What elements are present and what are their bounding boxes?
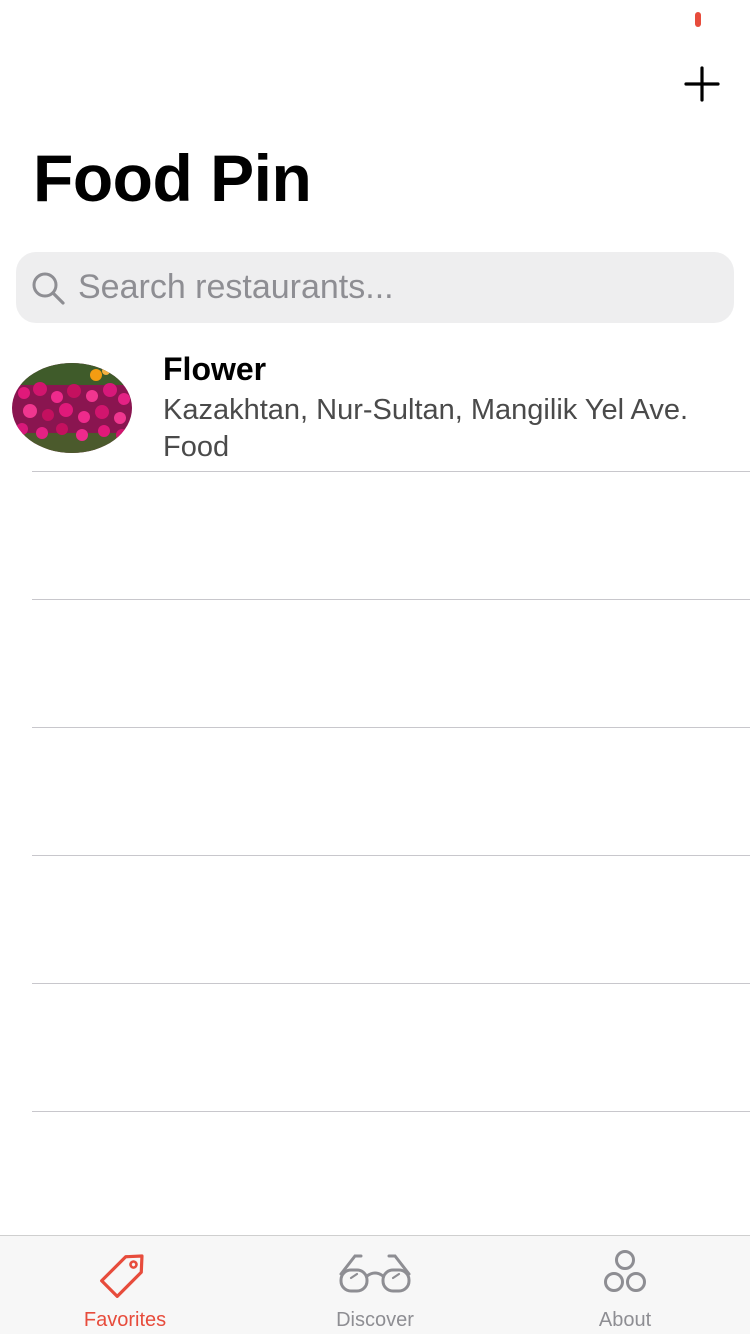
- tab-bar: Favorites Discover About: [0, 1235, 750, 1334]
- tab-label: About: [598, 1309, 652, 1331]
- pink-flowers-photo: [12, 363, 132, 453]
- tab-discover[interactable]: Discover: [250, 1236, 500, 1334]
- empty-row: [0, 984, 750, 1112]
- app-screen: Food Pin Search restaurants... Flower Ka…: [0, 0, 750, 1334]
- tab-label: Discover: [336, 1309, 414, 1331]
- tag-icon: [85, 1248, 165, 1298]
- list-item[interactable]: Flower Kazakhtan, Nur-Sultan, Mangilik Y…: [0, 340, 750, 472]
- plus-icon: [684, 66, 720, 102]
- empty-row: [0, 600, 750, 728]
- magnifying-glass-icon: [30, 270, 66, 306]
- restaurant-location: Kazakhtan, Nur-Sultan, Mangilik Yel Ave.: [163, 394, 689, 426]
- restaurant-type: Food: [163, 431, 230, 463]
- page-title: Food Pin: [33, 141, 312, 215]
- tab-label: Favorites: [83, 1309, 167, 1331]
- row-separator: [32, 1111, 750, 1112]
- search-input[interactable]: [78, 257, 718, 318]
- empty-row: [0, 728, 750, 856]
- search-bar[interactable]: [16, 252, 734, 323]
- tab-favorites[interactable]: Favorites: [0, 1236, 250, 1334]
- restaurant-list[interactable]: Flower Kazakhtan, Nur-Sultan, Mangilik Y…: [0, 340, 750, 1112]
- restaurant-thumbnail: [12, 363, 132, 453]
- tab-about[interactable]: About: [500, 1236, 750, 1334]
- glasses-icon: [335, 1248, 415, 1298]
- restaurant-name: Flower: [163, 351, 267, 387]
- circles-icon: [585, 1248, 665, 1298]
- status-indicator: [695, 12, 701, 27]
- empty-row: [0, 856, 750, 984]
- add-restaurant-button[interactable]: [680, 62, 724, 106]
- empty-row: [0, 472, 750, 600]
